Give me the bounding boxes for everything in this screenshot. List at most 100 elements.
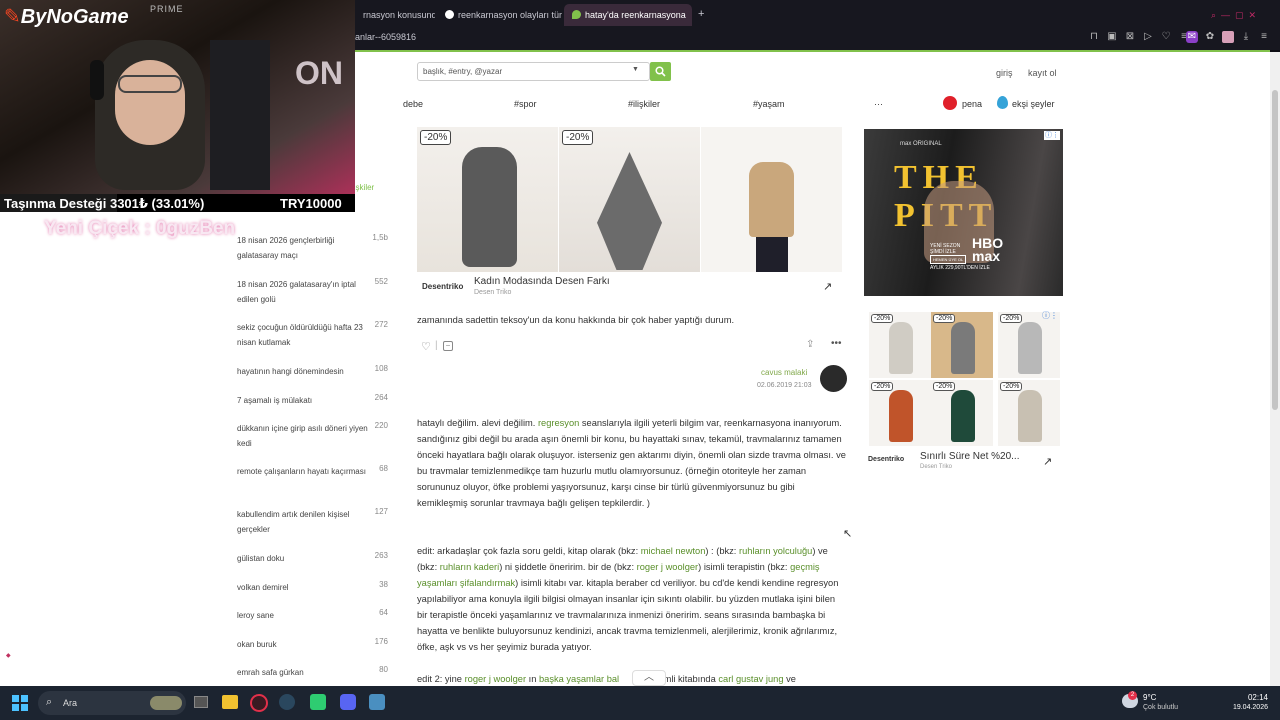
ad-product-tile[interactable]: -20% [869,380,931,446]
bkz-link[interactable]: başka yaşamlar bal [539,674,619,684]
browser-menu-icon[interactable]: ≡ [1258,31,1270,43]
ad-title[interactable]: Sınırlı Süre Net %20... [920,451,1020,462]
ad-product-tile[interactable]: -20% [869,312,931,378]
register-link[interactable]: kayıt ol [1028,68,1057,78]
scrollbar-thumb[interactable] [1272,90,1278,410]
bkz-link[interactable]: carl gustav jung [718,674,783,684]
ad-product-1[interactable]: -20% [417,127,558,272]
sidebar-topic[interactable]: hayatının hangi dönemindesin [237,364,372,379]
brand-logo[interactable]: Desentriko [868,456,904,463]
ad-choices-icon[interactable]: ⓘ⋮ [1044,131,1060,140]
share-icon[interactable]: ⇪ [806,339,814,350]
ad-product-tile[interactable]: -20% [998,312,1060,378]
heart-icon[interactable]: ♡ [421,340,431,353]
sidebar-topic[interactable]: emrah safa gürkan [237,665,372,680]
bkz-link[interactable]: michael newton [641,546,706,556]
gaming-chair [210,40,270,190]
weather-desc[interactable]: Çok bulutlu [1143,704,1178,711]
sidebar-topic[interactable]: kabullendim artık denilen kişisel gerçek… [237,507,372,537]
heart-icon[interactable]: ♡ [1160,31,1172,43]
sidebar-topic[interactable]: gülistan doku [237,551,372,566]
nav-pena[interactable]: pena [962,99,982,109]
bkz-link[interactable]: regresyon [538,418,579,428]
nav-debe[interactable]: debe [403,99,423,109]
tab-3-active[interactable]: hatay'da reenkarnasyona [564,4,692,26]
ad-product-tile[interactable]: -20% [931,380,993,446]
sidebar-topic[interactable]: 7 aşamalı iş mülakatı [237,393,372,408]
topic-count: 176 [374,637,388,646]
discount-badge: -20% [871,382,894,391]
ad-product-tile[interactable]: -20% [998,380,1060,446]
twitch-icon[interactable]: ✉ [1186,31,1198,43]
bkz-link[interactable]: roger j woolger [637,562,699,572]
ad-cta-button[interactable]: HEMEN ÜYE OL [930,255,967,264]
chevron-down-icon[interactable]: ▼ [632,66,639,73]
bkz-link[interactable]: ruhların kaderi [440,562,499,572]
taskbar-search[interactable]: ⌕ Ara [38,691,186,715]
ad-product-2[interactable]: -20% [559,127,700,272]
author-name[interactable]: cavus malaki [761,368,807,377]
bookmark-icon[interactable]: ⊓ [1088,31,1100,43]
discord-icon[interactable] [340,694,356,710]
file-explorer-icon[interactable] [222,695,238,709]
windows-start-icon[interactable] [12,695,28,711]
hbo-ad-banner[interactable]: max ORIGINAL THE PITT YENİ SEZON ŞİMDİ İ… [864,129,1063,296]
overlay-corner-mark: ◆ [6,653,11,659]
bkz-link[interactable]: roger j woolger [465,674,527,684]
nav-eksi-seyler[interactable]: ekşi şeyler [1012,99,1055,109]
more-icon[interactable]: ••• [831,338,842,349]
nav-iliskiler[interactable]: #ilişkiler [628,99,660,109]
download-icon[interactable]: ⤓ [1240,31,1252,43]
clock-date[interactable]: 19.04.2026 [1219,704,1268,711]
scroll-top-button[interactable]: ︿ [632,670,666,686]
brand-logo[interactable]: Desentriko [422,282,463,291]
sidebar-topic[interactable]: 18 nisan 2026 galatasaray'ın iptal edile… [237,277,372,307]
bkz-link[interactable]: ruhların yolculuğu [739,546,812,556]
profile-icon[interactable] [1222,31,1234,43]
ad-title[interactable]: Kadın Modasında Desen Farkı [474,276,610,287]
sidebar-topic[interactable]: 18 nisan 2026 gençlerbirliği galatasaray… [237,233,372,263]
nav-more[interactable]: ··· [874,99,883,109]
sidebar-topic[interactable]: dükkanın içine girip asılı döneri yiyen … [237,421,372,451]
discount-badge: -20% [1000,382,1023,391]
new-tab-button[interactable]: + [693,4,713,26]
ad-product-3[interactable] [701,127,842,272]
opera-gx-icon[interactable] [250,694,268,712]
avatar[interactable] [820,365,847,392]
steam-icon[interactable] [279,694,295,710]
tool-icon[interactable] [369,694,385,710]
tab-2[interactable]: reenkarnasyon olayları tür [437,4,562,26]
task-view-icon[interactable] [194,696,208,708]
weather-temp[interactable]: 9°C [1143,693,1156,702]
sidebar-topic[interactable]: remote çalışanların hayatı kaçırması [237,464,372,479]
sidebar-category[interactable]: lişkiler [352,183,374,192]
clock-time[interactable]: 02:14 [1219,693,1268,702]
window-controls[interactable]: ⌕ — ▢ ✕ [1203,4,1264,26]
tab-1[interactable]: rnasyon konusund [355,4,435,26]
app-icon[interactable] [310,694,326,710]
nav-yasam[interactable]: #yaşam [753,99,785,109]
discount-badge: -20% [562,130,594,145]
play-icon[interactable]: ▷ [1142,31,1154,43]
url-text[interactable]: anlar--6059816 [355,32,416,42]
shield-icon[interactable]: ⊠ [1124,31,1136,43]
ad-info-icon[interactable]: ⓘ⋮ [1042,310,1058,321]
entry-date[interactable]: 02.06.2019 21:03 [757,382,812,389]
taskbar: ⌕ Ara 2 9°C Çok bulutlu 02:14 19.04.2026 [0,686,1280,720]
nav-spor[interactable]: #spor [514,99,537,109]
ad-product-tile[interactable]: -20% [931,312,993,378]
external-link-icon[interactable]: ↗ [1043,455,1052,468]
product-image [951,322,975,374]
sidebar-topic[interactable]: sekiz çocuğun öldürüldüğü hafta 23 nisan… [237,320,372,350]
minus-icon[interactable]: − [443,341,453,351]
sidebar-topic[interactable]: okan buruk [237,637,372,652]
discount-badge: -20% [420,130,452,145]
sidebar-topic[interactable]: volkan demirel [237,580,372,595]
search-button[interactable] [650,62,671,81]
login-link[interactable]: giriş [996,68,1013,78]
extensions-icon[interactable]: ✿ [1204,31,1216,43]
entry-paragraph-2: edit: arkadaşlar çok fazla soru geldi, k… [417,543,847,655]
sidebar-topic[interactable]: leroy sane [237,608,372,623]
external-link-icon[interactable]: ↗ [823,280,832,293]
screenshot-icon[interactable]: ▣ [1106,31,1118,43]
